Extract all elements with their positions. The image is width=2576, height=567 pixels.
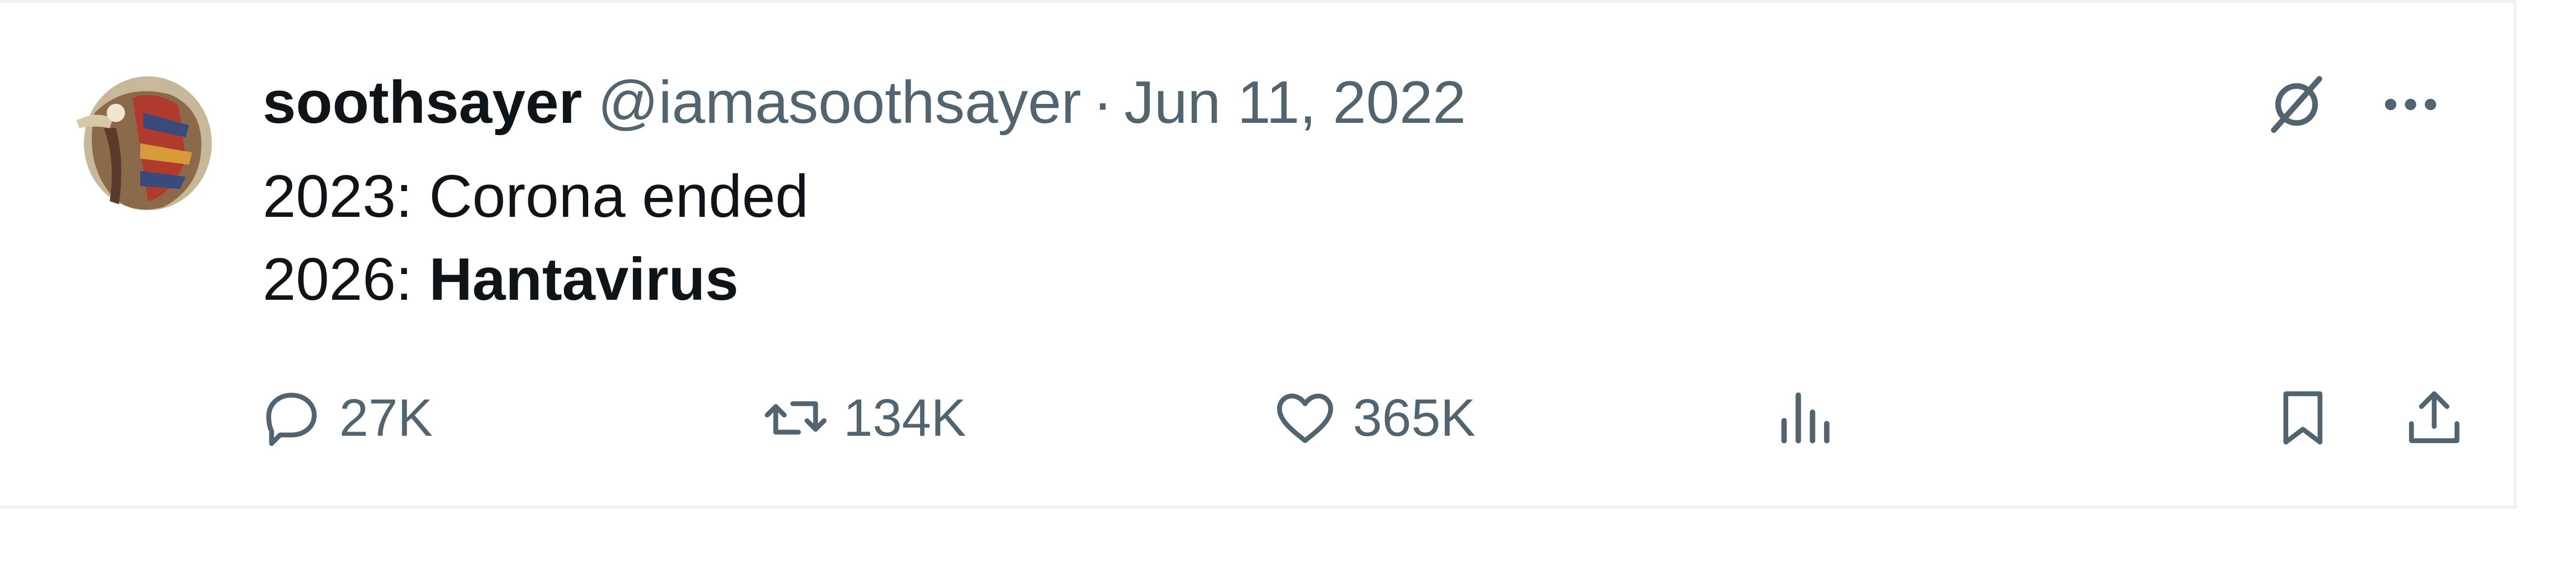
repost-button[interactable]: 134K xyxy=(762,371,966,465)
separator-dot: · xyxy=(1092,69,1113,136)
reply-count: 27K xyxy=(339,388,433,447)
heart-icon xyxy=(1277,393,1333,443)
share-button[interactable] xyxy=(2400,371,2468,465)
reply-button[interactable]: 27K xyxy=(257,371,433,465)
tweet-header: soothsayer @iamasoothsayer · Jun 11, 202… xyxy=(263,64,1466,142)
avatar[interactable] xyxy=(57,67,224,219)
more-icon[interactable] xyxy=(2376,70,2445,139)
grok-icon[interactable] xyxy=(2262,70,2331,139)
bookmark-button[interactable] xyxy=(2269,371,2337,465)
share-icon xyxy=(2409,391,2459,443)
line-content: Corona ended xyxy=(429,163,809,230)
tweet-card[interactable]: soothsayer @iamasoothsayer · Jun 11, 202… xyxy=(0,0,2517,509)
display-name[interactable]: soothsayer xyxy=(263,64,582,142)
repost-icon xyxy=(765,401,827,435)
views-button[interactable] xyxy=(1770,371,1838,465)
tweet-line-2: 2026: Hantavirus xyxy=(263,238,809,321)
action-bar: 27K 134K 365K xyxy=(257,371,2489,465)
like-count: 365K xyxy=(1353,388,1476,447)
bookmark-icon xyxy=(2283,391,2323,445)
tweet-line-1: 2023: Corona ended xyxy=(263,155,809,238)
reply-icon xyxy=(266,393,317,446)
repost-count: 134K xyxy=(843,388,966,447)
like-button[interactable]: 365K xyxy=(1271,371,1476,465)
tweet-date[interactable]: Jun 11, 2022 xyxy=(1124,64,1466,142)
tweet-text: 2023: Corona ended 2026: Hantavirus xyxy=(263,155,809,321)
views-icon xyxy=(1781,392,1830,444)
line-content-bold: Hantavirus xyxy=(429,246,739,313)
user-handle[interactable]: @iamasoothsayer xyxy=(598,64,1081,142)
line-prefix: 2023: xyxy=(263,163,429,230)
line-prefix: 2026: xyxy=(263,246,429,313)
avatar-image xyxy=(64,67,216,219)
